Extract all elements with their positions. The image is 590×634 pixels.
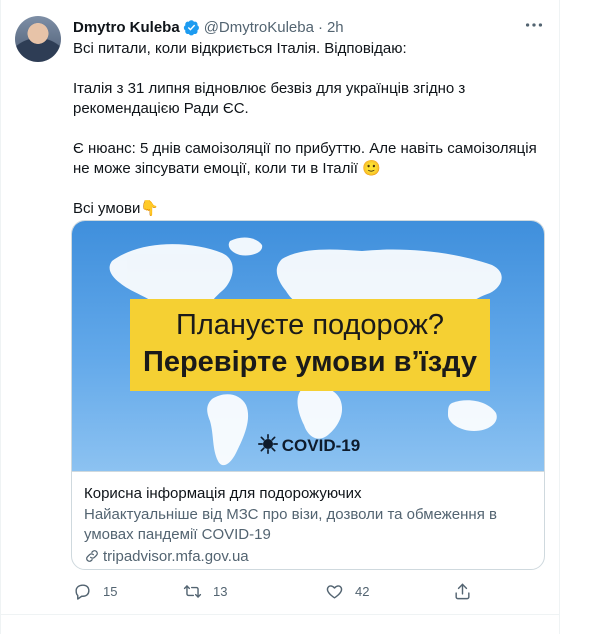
link-card[interactable]: Плануєте подорож? Перевірте умови в’їзду…	[71, 220, 545, 570]
tweet-text: Всі питали, коли відкриється Італія. Від…	[73, 39, 543, 219]
verified-badge-icon	[183, 19, 199, 35]
banner-line1: Плануєте подорож?	[175, 309, 445, 341]
divider	[1, 614, 559, 615]
tweet-line: Всі питали, коли відкриється Італія. Від…	[73, 40, 407, 57]
link-icon	[86, 550, 98, 562]
tweet-line: Всі умови👇	[73, 200, 160, 217]
share-button[interactable]	[453, 582, 472, 601]
card-description: Найактуальніше від МЗС про візи, дозволи…	[84, 506, 497, 543]
heart-icon	[326, 585, 343, 599]
tweet-line: Італія з 31 липня відновлює безвіз для у…	[73, 80, 466, 117]
like-count: 42	[355, 584, 370, 599]
tweet[interactable]: Dmytro Kuleba @DmytroKuleba · 2h Всі пит…	[0, 0, 560, 634]
tweet-line: Є нюанс: 5 днів самоізоляції по прибуттю…	[73, 140, 537, 177]
retweet-button[interactable]: 13	[183, 582, 227, 601]
separator: ·	[317, 18, 323, 36]
card-link[interactable]: tripadvisor.mfa.gov.ua	[84, 547, 532, 567]
card-image[interactable]: Плануєте подорож? Перевірте умови в’їзду…	[72, 221, 544, 471]
share-icon	[455, 583, 470, 600]
banner: Плануєте подорож? Перевірте умови в’їзду	[130, 299, 490, 391]
card-link-text[interactable]: tripadvisor.mfa.gov.ua	[103, 548, 249, 565]
reply-count: 15	[103, 584, 118, 599]
covid-badge: COVID-19	[72, 434, 544, 456]
reply-icon	[75, 584, 90, 600]
avatar[interactable]	[15, 16, 61, 62]
author-handle[interactable]: @DmytroKuleba	[204, 19, 314, 36]
tweet-time[interactable]: 2h	[327, 19, 344, 36]
like-button[interactable]: 42	[325, 582, 369, 601]
more-dots-icon[interactable]	[523, 14, 545, 36]
action-bar: 15 13 42	[73, 582, 513, 606]
card-title: Корисна інформація для подорожуючих	[84, 485, 362, 502]
author-name[interactable]: Dmytro Kuleba	[73, 19, 180, 36]
card-body[interactable]: Корисна інформація для подорожуючих Найа…	[72, 471, 544, 569]
banner-line2: Перевірте умови в’їзду	[142, 346, 477, 378]
virus-icon	[257, 434, 278, 454]
retweet-count: 13	[213, 584, 228, 599]
tweet-header: Dmytro Kuleba @DmytroKuleba · 2h	[73, 16, 545, 38]
retweet-icon	[183, 585, 202, 598]
covid-label: COVID-19	[281, 436, 361, 455]
reply-button[interactable]: 15	[73, 582, 117, 601]
